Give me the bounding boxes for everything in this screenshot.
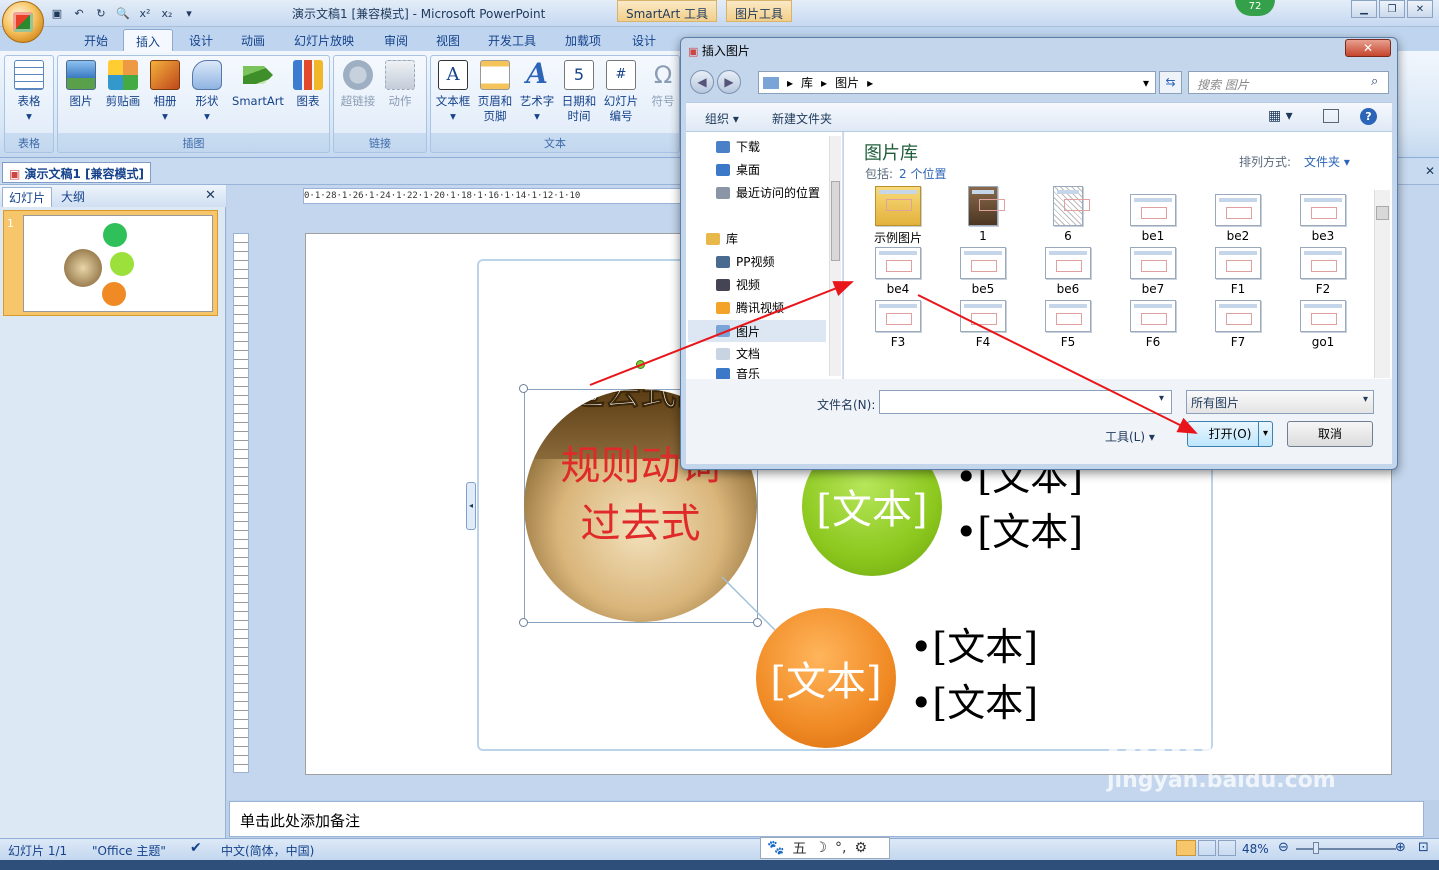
annotation-arrows (589, 281, 1198, 434)
arrow-to-open (917, 294, 1198, 434)
office-logo-icon (13, 12, 33, 32)
office-button[interactable] (2, 1, 44, 43)
arrow-to-be4 (589, 281, 854, 386)
